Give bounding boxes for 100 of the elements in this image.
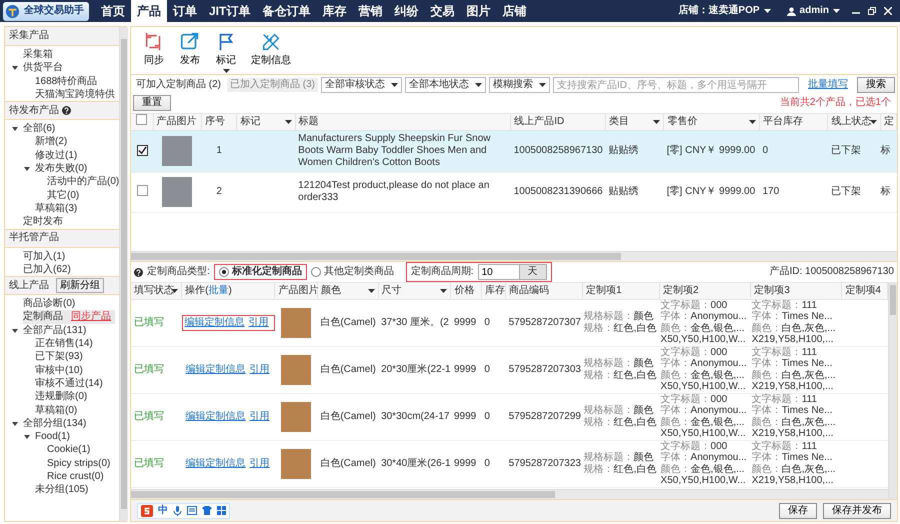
expand-arrow-icon[interactable] xyxy=(12,127,18,132)
microphone-icon[interactable] xyxy=(173,506,182,516)
toolbar-button[interactable]: 发布 xyxy=(179,31,201,67)
filter-caret-icon[interactable] xyxy=(748,120,756,124)
tree-item[interactable]: Cookie(1) xyxy=(47,444,90,456)
action-link[interactable]: 引用 xyxy=(248,316,269,328)
tree-item[interactable]: 正在销售(14) xyxy=(35,338,93,350)
save-button[interactable]: 保存并发布 xyxy=(823,502,891,518)
toolbar-button[interactable]: 定制信息 xyxy=(251,31,291,67)
nav-tab[interactable]: 备仓订单 xyxy=(256,0,316,22)
nav-tab[interactable]: 交易 xyxy=(424,0,460,22)
tree-item[interactable]: 采集箱 xyxy=(23,49,53,60)
tree-item[interactable]: 活动中的产品(0) xyxy=(47,176,120,188)
refresh-groups-button[interactable]: 刷新分组 xyxy=(56,278,104,294)
expand-arrow-icon[interactable] xyxy=(12,66,18,70)
action-link[interactable]: 编辑定制信息 xyxy=(186,410,246,422)
nav-tab[interactable]: 纠纷 xyxy=(388,0,424,22)
expand-arrow-icon[interactable] xyxy=(12,422,18,426)
horizontal-scrollbar[interactable] xyxy=(131,489,888,499)
expand-arrow-icon[interactable] xyxy=(12,328,18,333)
tree-item[interactable]: 其它(0) xyxy=(47,190,80,201)
dropdown-select[interactable]: 全部本地状态 xyxy=(405,77,486,93)
radio-label[interactable]: 其他定制类商品 xyxy=(324,266,394,278)
action-link[interactable]: 引用 xyxy=(250,410,270,422)
row-checkbox[interactable] xyxy=(136,184,148,196)
tree-item[interactable]: 供货平台 xyxy=(23,62,63,74)
tree-item[interactable]: 草稿箱(0) xyxy=(35,404,78,416)
radio-label[interactable]: 标准化定制商品 xyxy=(232,266,302,278)
tree-item[interactable]: 违规删除(0) xyxy=(35,391,88,402)
action-link[interactable]: 编辑定制信息 xyxy=(184,316,245,328)
filter-caret-icon[interactable] xyxy=(440,289,448,293)
tree-item[interactable]: 1688特价商品 xyxy=(35,76,98,87)
tree-item[interactable]: 全部产品(131) xyxy=(23,324,86,336)
nav-tab[interactable]: 首页 xyxy=(95,0,131,22)
tree-item[interactable]: 定时发布 xyxy=(23,216,63,228)
tree-item[interactable]: 全部分组(134) xyxy=(23,418,86,429)
tree-item[interactable]: 已下架(93) xyxy=(35,351,83,362)
help-icon[interactable] xyxy=(134,268,143,276)
nav-tab[interactable]: 店铺 xyxy=(496,0,532,22)
tree-item[interactable]: 修改过(1) xyxy=(35,150,78,161)
select-all-checkbox[interactable] xyxy=(136,114,148,126)
column-header[interactable]: 标题 xyxy=(298,116,319,127)
filter-tab[interactable]: 可加入定制商品 (2) xyxy=(133,78,224,92)
nav-tab[interactable]: 库存 xyxy=(316,0,352,22)
action-link[interactable]: 引用 xyxy=(250,364,270,376)
tree-item[interactable]: 天猫淘宝跨境特供 xyxy=(35,88,115,100)
nav-tab[interactable]: 产品 xyxy=(131,0,167,22)
tree-item[interactable]: 定制商品 xyxy=(23,311,63,322)
help-icon[interactable] xyxy=(62,106,71,116)
tree-item[interactable]: 商品诊断(0) xyxy=(23,298,76,310)
tree-item[interactable]: 可加入(1) xyxy=(23,250,66,262)
action-button[interactable]: 搜索 xyxy=(857,77,895,93)
tree-item[interactable]: 草稿箱(3) xyxy=(35,202,78,214)
nav-tab[interactable]: 订单 xyxy=(167,0,203,22)
expand-arrow-icon[interactable] xyxy=(24,167,30,172)
shop-selector[interactable]: 店铺：速卖通POP xyxy=(674,5,775,17)
dropdown-select[interactable]: 全部审核状态 xyxy=(321,77,402,93)
filter-caret-icon[interactable] xyxy=(368,289,375,293)
ime-mode-label[interactable]: 中 xyxy=(158,504,168,516)
action-link[interactable]: 引用 xyxy=(250,458,270,470)
keyboard-icon[interactable] xyxy=(187,506,197,515)
save-button[interactable]: 保存 xyxy=(779,502,817,518)
action-button[interactable]: 重置 xyxy=(133,95,171,111)
radio-button[interactable] xyxy=(218,267,229,277)
action-link[interactable]: 编辑定制信息 xyxy=(186,364,246,376)
tree-item[interactable]: Food(1) xyxy=(35,431,70,442)
horizontal-scrollbar[interactable] xyxy=(131,251,897,261)
filter-caret-icon[interactable] xyxy=(653,120,660,124)
toolbar-button[interactable]: 标记 xyxy=(215,31,237,73)
vertical-scrollbar[interactable] xyxy=(888,283,897,499)
tree-item[interactable]: 已加入(62) xyxy=(23,264,71,275)
tree-item[interactable]: 发布失败(0) xyxy=(35,163,88,174)
tree-item[interactable]: 新增(2) xyxy=(35,136,68,148)
dropdown-select[interactable]: 模糊搜索 xyxy=(489,77,550,93)
action-link[interactable]: 编辑定制信息 xyxy=(186,458,246,470)
toolbar-button[interactable]: 同步 xyxy=(143,31,165,67)
radio-button[interactable] xyxy=(310,267,321,277)
nav-tab[interactable]: 营销 xyxy=(352,0,388,22)
tree-item[interactable]: Rice crust(0) xyxy=(47,471,104,482)
user-menu[interactable]: admin xyxy=(782,5,844,17)
nav-tab[interactable]: JIT订单 xyxy=(203,0,256,22)
grid-icon[interactable] xyxy=(217,506,226,515)
nav-tab[interactable]: 图片 xyxy=(460,0,496,22)
search-field[interactable]: 支持搜索产品ID、序号、标题，多个用逗号隔开 xyxy=(553,77,799,93)
shirt-icon[interactable] xyxy=(202,506,212,515)
filter-caret-icon[interactable] xyxy=(870,120,877,124)
tree-item[interactable]: 全部(6) xyxy=(23,123,56,134)
tree-item[interactable]: 审核中(10) xyxy=(35,364,83,376)
vertical-scrollbar[interactable] xyxy=(119,27,128,521)
row-checkbox[interactable] xyxy=(136,144,148,156)
expand-arrow-icon[interactable] xyxy=(24,435,30,440)
tree-item[interactable]: 审核不通过(14) xyxy=(35,378,103,389)
close-icon[interactable] xyxy=(884,7,892,15)
filter-caret-icon[interactable] xyxy=(284,120,292,124)
period-field[interactable]: 10 xyxy=(478,264,520,280)
tree-item[interactable]: Spicy strips(0) xyxy=(47,458,110,469)
bulk-fill-link[interactable]: 批量填写 xyxy=(802,79,854,91)
input-method-toolbar[interactable]: 中 xyxy=(137,502,230,518)
tree-item[interactable]: 未分组(105) xyxy=(35,484,88,496)
restore-icon[interactable] xyxy=(868,7,876,15)
